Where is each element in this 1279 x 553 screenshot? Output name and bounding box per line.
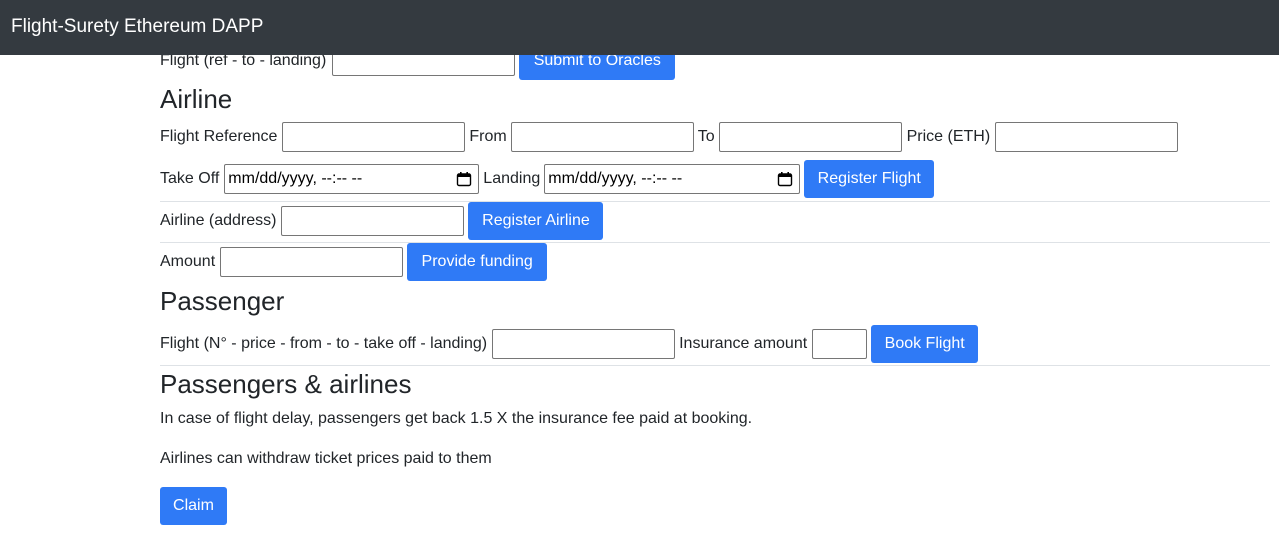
calendar-icon[interactable]: [456, 171, 472, 187]
register-airline-button[interactable]: Register Airline: [468, 202, 604, 240]
book-flight-button[interactable]: Book Flight: [871, 325, 979, 363]
flight-details-row: Flight Reference From To Price (ETH): [160, 122, 1179, 152]
claim-button[interactable]: Claim: [160, 487, 227, 525]
landing-datetime-input[interactable]: mm/dd/yyyy, --:-- --: [544, 164, 801, 194]
schedule-row: Take Off mm/dd/yyyy, --:-- -- Landing mm…: [160, 160, 935, 198]
calendar-icon[interactable]: [777, 171, 793, 187]
register-flight-button[interactable]: Register Flight: [804, 160, 935, 198]
passengers-airlines-heading: Passengers & airlines: [160, 369, 412, 399]
register-airline-row: Airline (address) Register Airline: [160, 202, 604, 240]
from-label: From: [469, 128, 507, 145]
price-input[interactable]: [995, 122, 1179, 152]
from-input[interactable]: [510, 122, 694, 152]
passenger-flight-input[interactable]: [492, 329, 676, 359]
flight-reference-input[interactable]: [282, 122, 466, 152]
airline-address-label: Airline (address): [160, 212, 277, 229]
landing-label: Landing: [483, 170, 541, 187]
funding-row: Amount Provide funding: [160, 243, 548, 281]
take-off-label: Take Off: [160, 170, 220, 187]
to-input[interactable]: [718, 122, 902, 152]
insurance-amount-label: Insurance amount: [679, 335, 808, 352]
passenger-heading: Passenger: [160, 286, 285, 316]
amount-label: Amount: [160, 253, 216, 270]
flight-reference-label: Flight Reference: [160, 128, 278, 145]
landing-value: mm/dd/yyyy, --:-- --: [548, 170, 683, 187]
passenger-flight-label: Flight (N° - price - from - to - take of…: [160, 335, 488, 352]
divider: [160, 365, 1270, 366]
insurance-amount-input[interactable]: [812, 329, 868, 359]
airline-heading: Airline: [160, 84, 233, 114]
airline-address-input[interactable]: [281, 206, 465, 236]
price-label: Price (ETH): [906, 128, 991, 145]
navbar-brand[interactable]: Flight-Surety Ethereum DAPP: [11, 16, 263, 38]
withdraw-info-text: Airlines can withdraw ticket prices paid…: [160, 450, 492, 467]
book-flight-row: Flight (N° - price - from - to - take of…: [160, 325, 979, 363]
amount-input[interactable]: [220, 247, 404, 277]
navbar: Flight-Surety Ethereum DAPP: [0, 0, 1279, 55]
delay-info-text: In case of flight delay, passengers get …: [160, 410, 753, 427]
provide-funding-button[interactable]: Provide funding: [407, 243, 548, 281]
take-off-value: mm/dd/yyyy, --:-- --: [228, 170, 363, 187]
to-label: To: [697, 128, 715, 145]
take-off-datetime-input[interactable]: mm/dd/yyyy, --:-- --: [224, 164, 480, 194]
